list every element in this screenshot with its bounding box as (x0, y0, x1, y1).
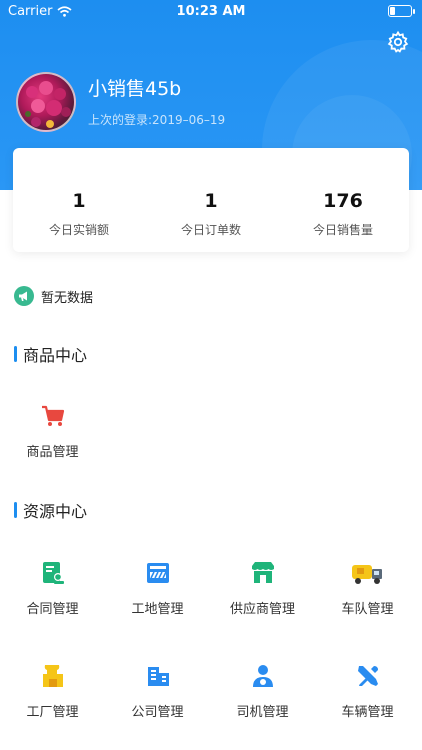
contract-icon (42, 562, 64, 584)
grid-item-label: 司机管理 (236, 705, 289, 720)
construction-site-icon (146, 563, 169, 583)
shopping-cart-icon (41, 405, 64, 426)
megaphone-icon (14, 286, 34, 306)
avatar[interactable] (16, 72, 76, 132)
section-accent-bar (14, 502, 17, 518)
company-management-item[interactable]: 公司管理 (105, 663, 210, 720)
section-title-goods: 商品中心 (14, 342, 87, 366)
contract-management-item[interactable]: 合同管理 (0, 560, 105, 617)
section-title-text: 资源中心 (23, 502, 88, 521)
vehicle-tools-icon (357, 666, 378, 686)
company-building-icon (147, 667, 169, 686)
supplier-store-icon (251, 562, 274, 583)
factory-icon (42, 665, 63, 687)
grid-item-label: 车队管理 (341, 602, 394, 617)
notice-text: 暂无数据 (41, 290, 94, 306)
fleet-management-item[interactable]: 车队管理 (315, 560, 420, 617)
stat-sales-amount[interactable]: 1 今日实销额 (13, 148, 145, 252)
grid-item-label: 合同管理 (26, 602, 79, 617)
stat-order-count[interactable]: 1 今日订单数 (145, 148, 277, 252)
grid-item-label: 商品管理 (26, 445, 79, 460)
stat-value: 176 (323, 190, 363, 212)
stat-label: 今日实销额 (48, 223, 109, 237)
fleet-truck-icon (351, 565, 382, 584)
stat-sales-volume[interactable]: 176 今日销售量 (277, 148, 409, 252)
supplier-management-item[interactable]: 供应商管理 (210, 560, 315, 617)
section-title-resources: 资源中心 (14, 498, 87, 522)
grid-item-label: 车辆管理 (341, 705, 394, 720)
section-title-text: 商品中心 (23, 346, 88, 365)
username: 小销售45b (88, 78, 182, 100)
last-login-date: 上次的登录:2019–06–19 (88, 113, 226, 127)
today-stats-card: 1 今日实销额 1 今日订单数 176 今日销售量 (13, 148, 409, 252)
driver-management-item[interactable]: 司机管理 (210, 663, 315, 720)
status-time: 10:23 AM (176, 4, 246, 19)
grid-item-label: 供应商管理 (229, 602, 295, 617)
grid-item-label: 工地管理 (131, 602, 184, 617)
driver-icon (252, 665, 273, 687)
vehicle-management-item[interactable]: 车辆管理 (315, 663, 420, 720)
grid-item-label: 公司管理 (131, 705, 184, 720)
stat-label: 今日订单数 (180, 223, 241, 237)
status-bar: Carrier 10:23 AM (0, 0, 422, 22)
factory-management-item[interactable]: 工厂管理 (0, 663, 105, 720)
grid-item-label: 工厂管理 (26, 705, 79, 720)
goods-management-item[interactable]: 商品管理 (0, 403, 105, 460)
section-accent-bar (14, 346, 17, 362)
site-management-item[interactable]: 工地管理 (105, 560, 210, 617)
notice-bar[interactable]: 暂无数据 (14, 286, 93, 306)
settings-gear-icon[interactable] (386, 30, 410, 54)
stat-value: 1 (72, 190, 86, 212)
battery-icon (388, 5, 415, 17)
stat-label: 今日销售量 (312, 223, 373, 237)
stat-value: 1 (204, 190, 218, 212)
